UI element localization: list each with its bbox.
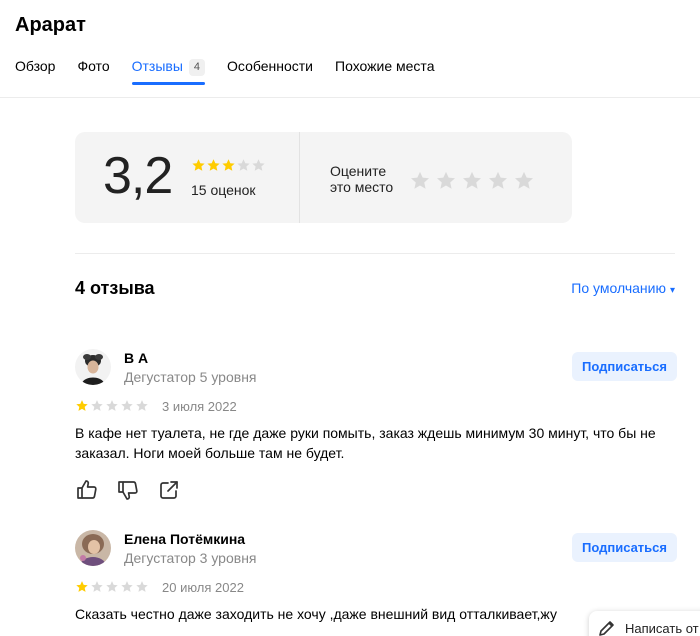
sort-dropdown[interactable]: По умолчанию ▾: [571, 280, 675, 296]
star-empty-icon: [106, 400, 118, 411]
star-filled-icon: [207, 159, 220, 171]
review-date: 3 июля 2022: [162, 399, 237, 414]
star-empty-icon[interactable]: [513, 170, 535, 192]
tab-reviews-label: Отзывы: [131, 58, 183, 74]
thumbs-up-icon[interactable]: [75, 478, 99, 502]
tab-features-label: Особенности: [227, 58, 313, 74]
tab-overview-label: Обзор: [15, 58, 56, 74]
star-empty-icon: [91, 581, 103, 592]
rating-score: 3,2: [103, 147, 173, 205]
star-empty-icon: [121, 581, 133, 592]
chevron-down-icon: ▾: [669, 285, 675, 296]
tab-photo[interactable]: Фото: [77, 58, 109, 84]
rate-label: Оцените это место: [330, 163, 394, 195]
rating-count: 15 оценок: [191, 182, 256, 198]
star-empty-icon: [121, 400, 133, 411]
avatar[interactable]: [75, 349, 111, 385]
section-divider: [75, 253, 675, 254]
header: Арарат Обзор Фото Отзывы 4 Особенности По…: [0, 0, 700, 98]
review-author[interactable]: В А: [124, 350, 148, 366]
write-review-label: Написать от: [625, 620, 699, 636]
star-empty-icon[interactable]: [461, 170, 483, 192]
star-empty-icon: [136, 400, 148, 411]
star-empty-icon: [252, 159, 265, 171]
review-date: 20 июля 2022: [162, 580, 244, 595]
rating-stars: [191, 158, 266, 173]
share-icon[interactable]: [157, 478, 181, 502]
review-stars: [75, 580, 150, 594]
star-empty-icon: [136, 581, 148, 592]
review-card: В А Дегустатор 5 уровня Подписаться 3 ию…: [75, 349, 700, 509]
place-title: Арарат: [15, 14, 86, 36]
review-author[interactable]: Елена Потёмкина: [124, 531, 245, 547]
review-actions: [75, 478, 198, 502]
tab-similar[interactable]: Похожие места: [335, 58, 434, 84]
review-text: Сказать честно даже заходить не хочу ,да…: [75, 606, 557, 622]
star-empty-icon[interactable]: [409, 170, 431, 192]
write-review-button[interactable]: Написать от: [589, 611, 700, 636]
star-empty-icon[interactable]: [487, 170, 509, 192]
tab-reviews[interactable]: Отзывы 4: [131, 58, 206, 85]
tab-bar: Обзор Фото Отзывы 4 Особенности Похожие м…: [15, 58, 456, 85]
tab-photo-label: Фото: [77, 58, 110, 74]
star-filled-icon: [76, 400, 88, 411]
thumbs-down-icon[interactable]: [116, 478, 140, 502]
card-divider: [299, 132, 300, 223]
tab-features[interactable]: Особенности: [227, 58, 313, 84]
star-filled-icon: [222, 159, 235, 171]
sort-label: По умолчанию: [571, 280, 666, 296]
review-text: В кафе нет туалета, не где даже руки пом…: [75, 425, 656, 461]
subscribe-button[interactable]: Подписаться: [572, 352, 677, 381]
review-stars: [75, 399, 150, 413]
star-empty-icon: [237, 159, 250, 171]
subscribe-button[interactable]: Подписаться: [572, 533, 677, 562]
tab-overview[interactable]: Обзор: [15, 58, 55, 84]
review-author-level: Дегустатор 3 уровня: [124, 550, 257, 566]
star-filled-icon: [192, 159, 205, 171]
avatar[interactable]: [75, 530, 111, 566]
rating-card: 3,2 15 оценок Оцените это место: [75, 132, 572, 223]
star-empty-icon[interactable]: [435, 170, 457, 192]
star-filled-icon: [76, 581, 88, 592]
rate-stars-input[interactable]: [409, 170, 539, 192]
pencil-icon: [599, 621, 614, 636]
star-empty-icon: [106, 581, 118, 592]
star-empty-icon: [91, 400, 103, 411]
tab-similar-label: Похожие места: [335, 58, 435, 74]
reviews-count: 4 отзыва: [75, 278, 155, 298]
review-author-level: Дегустатор 5 уровня: [124, 369, 257, 385]
tab-reviews-count: 4: [188, 59, 206, 76]
